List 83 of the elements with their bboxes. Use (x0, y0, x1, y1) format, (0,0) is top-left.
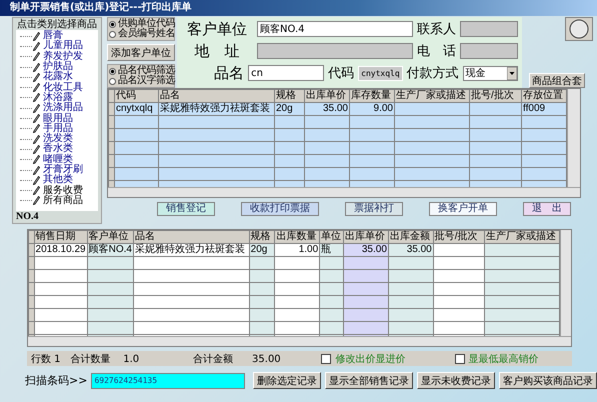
table-cell: 2018.10.29 (34, 244, 88, 256)
record-button[interactable]: 显示全部销售记录 (325, 372, 413, 389)
table-cell: 35.00 (388, 244, 434, 256)
customer-field[interactable]: 顾客NO.4 (257, 21, 413, 37)
action-button[interactable]: 收款打印票据 (241, 202, 319, 216)
table-cell: 顾客NO.4 (87, 244, 134, 256)
category-item[interactable]: 花露水 (16, 72, 98, 82)
record-button[interactable]: 客户购买该商品记录 (499, 372, 597, 389)
category-item[interactable]: 服务收费 (16, 185, 98, 196)
column-header[interactable]: 出库数量 (274, 230, 320, 244)
product-name-field[interactable]: cn (248, 65, 324, 81)
radio-option[interactable]: 供购单位代码 (109, 19, 173, 29)
table-cell: 采妮雅特效强力祛斑套装 (133, 244, 250, 256)
barcode-field[interactable]: 6927624254135 (91, 372, 245, 388)
column-header[interactable]: 单位 (320, 230, 344, 244)
column-header[interactable]: 品名 (133, 230, 250, 244)
table-cell: 35.00 (344, 244, 388, 256)
table-cell: 9.00 (350, 102, 394, 116)
category-item[interactable]: 香水类 (16, 144, 98, 155)
window-title: 制单开票销售(或出库)登记---打印出库单 (0, 0, 597, 16)
category-item[interactable]: 手用品 (16, 124, 98, 134)
table-cell: cnytxqlq (114, 102, 158, 116)
total-amount: 合计金额 35.00 (192, 352, 282, 366)
dropdown-arrow-icon (507, 66, 517, 80)
category-item[interactable]: 儿童用品 (16, 41, 98, 52)
action-button[interactable]: 换客户开单 (429, 202, 497, 216)
column-header[interactable]: 存放位置 (522, 90, 566, 102)
record-button[interactable]: 删除选定记录 (253, 372, 321, 389)
field-label: 联系人 (417, 21, 456, 38)
column-header[interactable]: 销售日期 (34, 230, 88, 244)
radio-option[interactable]: 会员编号姓名 (109, 29, 173, 39)
category-item[interactable]: 化妆工具 (16, 82, 98, 93)
customer-number: NO.4 (15, 211, 40, 223)
category-item[interactable]: 所有商品 (16, 196, 98, 206)
column-header[interactable]: 客户单位 (87, 230, 134, 244)
category-item[interactable]: 养发护发 (16, 52, 98, 62)
code-value: cnytxqlq (358, 66, 403, 80)
action-button[interactable]: 退 出 (523, 202, 571, 216)
horizontal-scrollbar[interactable] (28, 336, 571, 346)
row-count: 行数 1 (31, 352, 61, 366)
field-label: 品名 (213, 64, 244, 82)
table-cell: 采妮雅特效强力祛斑套装 (158, 102, 274, 116)
panel-header: 点击类别选择商品 (16, 18, 98, 30)
category-item[interactable]: 眼用品 (16, 113, 98, 124)
category-item[interactable]: 啫喱类 (16, 154, 98, 165)
column-header[interactable]: 批号/批次 (433, 230, 485, 244)
payment-dropdown[interactable]: 现金 (462, 66, 518, 80)
field-label: 客户单位 (186, 20, 248, 38)
column-header[interactable]: 出库单价 (304, 90, 350, 102)
table-cell: ff009 (522, 102, 566, 116)
column-header[interactable]: 规格 (274, 90, 304, 102)
field-label: 代码 (328, 65, 354, 82)
field-label: 电 话 (417, 43, 456, 60)
vertical-scrollbar[interactable] (567, 89, 580, 187)
add-customer-button[interactable]: 添加客户单位 (107, 44, 175, 61)
table-cell: 35.00 (304, 102, 350, 116)
category-item[interactable]: 洗涤用品 (16, 103, 98, 114)
action-button[interactable]: 销售登记 (157, 202, 215, 216)
radio-option[interactable]: 品名汉字筛选 (109, 76, 173, 86)
radio-option[interactable]: 品名代码筛选 (109, 66, 173, 76)
category-item[interactable]: 其他类 (16, 175, 98, 186)
vertical-scrollbar[interactable] (560, 230, 571, 336)
column-header[interactable]: 生产厂家或描述 (394, 90, 470, 102)
column-header[interactable]: 出库单价 (344, 230, 388, 244)
address-field[interactable] (257, 43, 413, 59)
horizontal-scrollbar[interactable] (108, 187, 580, 197)
column-header[interactable]: 规格 (249, 230, 275, 244)
column-header[interactable]: 品名 (158, 90, 274, 102)
combo-button[interactable]: 商品组合套 (529, 73, 585, 88)
column-header[interactable]: 出库金额 (388, 230, 434, 244)
table-cell: 1.00 (274, 244, 320, 256)
column-header[interactable]: 库存数量 (350, 90, 394, 102)
column-header[interactable]: 批号/批次 (470, 90, 522, 102)
phone-field[interactable] (460, 43, 518, 59)
field-label: 付款方式 (406, 65, 459, 82)
column-header[interactable]: 生产厂家或描述 (484, 230, 560, 244)
record-button[interactable]: 显示未收费记录 (417, 372, 495, 389)
action-button[interactable]: 票据补打 (345, 202, 403, 216)
contact-field[interactable] (460, 21, 518, 37)
scan-label: 扫描条码>> (25, 373, 88, 388)
total-quantity: 合计数量 1.0 (70, 352, 140, 366)
column-header[interactable]: 代码 (114, 90, 158, 102)
field-label: 地 址 (194, 42, 240, 60)
